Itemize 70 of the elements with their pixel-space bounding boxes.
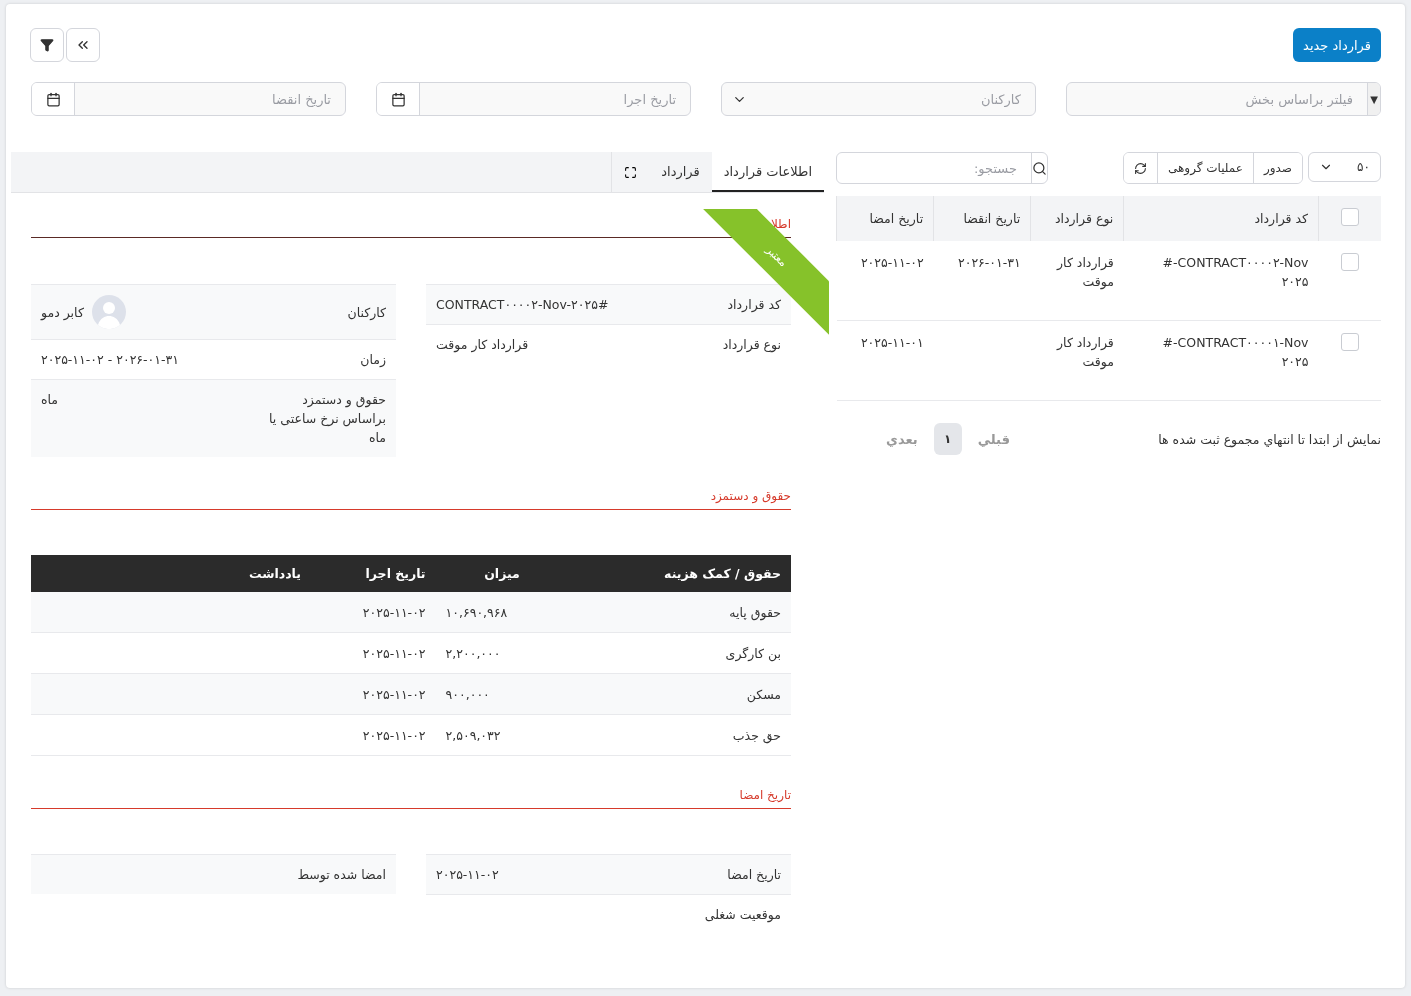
date-picker[interactable]: تاریخ اجرا bbox=[376, 82, 691, 116]
column-header: نوع قرارداد bbox=[1030, 196, 1124, 241]
field-label: تاریخ امضا bbox=[727, 866, 781, 884]
date-input[interactable]: تاریخ انقضا bbox=[75, 83, 345, 115]
table-cell: ۹۰۰,۰۰۰ bbox=[445, 686, 490, 702]
date-input[interactable]: تاریخ اجرا bbox=[420, 83, 690, 115]
table-cell: قرارداد کار موقت bbox=[1057, 335, 1114, 369]
section-title: اطلا bbox=[770, 217, 791, 231]
refresh-icon bbox=[1134, 161, 1147, 175]
select-box[interactable]: ▼ فیلتر براساس بخش bbox=[1066, 82, 1381, 116]
field-label: امضا شده توسط bbox=[297, 866, 386, 884]
page-size-select[interactable]: ۵۰ bbox=[1308, 152, 1381, 182]
select-box[interactable]: کارکنان bbox=[721, 82, 1036, 116]
section-title: حقوق و دستمزد bbox=[710, 489, 791, 503]
column-header: يادداشت bbox=[31, 555, 301, 592]
table-cell: ۲۰۲۶-۰۱-۳۱ bbox=[957, 255, 1021, 270]
field-label: کارکنان bbox=[347, 303, 386, 322]
field-label: موقعیت شغلی bbox=[704, 906, 781, 924]
table-cell: ۲۰۲۵-۱۱-۰۲ bbox=[362, 645, 426, 661]
table-cell: ۲۰۲۵-۱۱-۰۲ bbox=[362, 686, 426, 702]
records-info: نمایش از ابتدا تا انتهاي مجموع ثبت شده ها bbox=[1158, 431, 1381, 447]
table-cell: قرارداد کار موقت bbox=[1057, 255, 1114, 289]
column-header: تاریخ انقضا bbox=[933, 196, 1031, 241]
page-link[interactable]: ۱ bbox=[933, 423, 962, 455]
section-title: تاریخ امضا bbox=[739, 788, 791, 802]
table-cell: ۲۰۲۵-۱۱-۰۲ bbox=[860, 255, 924, 270]
field-label: حقوق و دستمزد براساس نرخ ساعتی یا ماه bbox=[269, 391, 386, 447]
fullscreen-icon bbox=[624, 165, 638, 179]
table-cell: ۲,۵۰۹,۰۳۲ bbox=[445, 727, 501, 743]
tab[interactable]: اطلاعات قرارداد bbox=[711, 152, 824, 192]
checkbox[interactable] bbox=[1341, 208, 1359, 226]
table-cell: ۲۰۲۵-۱۱-۰۲ bbox=[362, 727, 426, 743]
field-label: نوع قرارداد bbox=[722, 336, 781, 354]
table-cell: ۲۰۲۵-۱۱-۰۲ bbox=[362, 604, 426, 620]
table-cell: CONTRACT۰۰۰۰۱-Nov-# ۲۰۲۵ bbox=[1162, 335, 1309, 369]
table-cell: مسکن bbox=[746, 686, 781, 702]
field-label: زمان bbox=[360, 351, 386, 369]
table-cell: بن کارگری bbox=[725, 645, 781, 661]
column-header: کد قرارداد bbox=[1123, 196, 1319, 241]
field-value: CONTRACT۰۰۰۰۲-Nov-۲۰۲۵# bbox=[436, 296, 609, 314]
table-cell: حقوق پایه bbox=[729, 604, 781, 620]
field-label: کد قرارداد bbox=[727, 296, 781, 314]
date-picker[interactable]: تاریخ انقضا bbox=[31, 82, 346, 116]
field-value: کابر دمو bbox=[41, 303, 84, 322]
checkbox[interactable] bbox=[1340, 333, 1359, 351]
filter-button[interactable] bbox=[30, 28, 64, 62]
calendar-icon bbox=[45, 91, 61, 107]
column-header: حقوق / کمک هزینه bbox=[568, 555, 791, 592]
checkbox[interactable] bbox=[1340, 253, 1359, 271]
column-header: تاریخ امضا bbox=[836, 196, 934, 241]
search-icon[interactable] bbox=[1032, 160, 1047, 176]
field-value: ماه bbox=[41, 391, 59, 409]
tab[interactable]: قرارداد bbox=[649, 152, 712, 192]
select-input[interactable]: فیلتر براساس بخش bbox=[1067, 83, 1367, 115]
column-header: میزان bbox=[435, 555, 569, 592]
column-header: تاریخ اجرا bbox=[301, 555, 436, 592]
caret-icon[interactable]: ▼ bbox=[1367, 83, 1380, 115]
select-input[interactable]: کارکنان bbox=[757, 83, 1035, 115]
new-contract-button[interactable]: قرارداد جدید bbox=[1293, 28, 1381, 62]
field-value: ۲۰۲۶-۰۱-۳۱ - ۲۰۲۵-۱۱-۰۲ bbox=[41, 351, 179, 369]
table-cell: ۲۰۲۵-۱۱-۰۱ bbox=[860, 335, 924, 350]
calendar-icon bbox=[390, 91, 406, 107]
table-cell: ۲,۲۰۰,۰۰۰ bbox=[445, 645, 501, 661]
table-cell: ۱۰,۶۹۰,۹۶۸ bbox=[445, 604, 508, 620]
table-cell: حق جذب bbox=[732, 727, 781, 743]
filter-icon bbox=[40, 38, 54, 52]
export-button[interactable]: صدور bbox=[1252, 153, 1302, 183]
field-value: قرارداد کار موقت bbox=[436, 336, 529, 354]
field-value: ۲۰۲۵-۱۱-۰۲ bbox=[436, 866, 499, 884]
table-cell: CONTRACT۰۰۰۰۲-Nov-# ۲۰۲۵ bbox=[1162, 255, 1309, 289]
